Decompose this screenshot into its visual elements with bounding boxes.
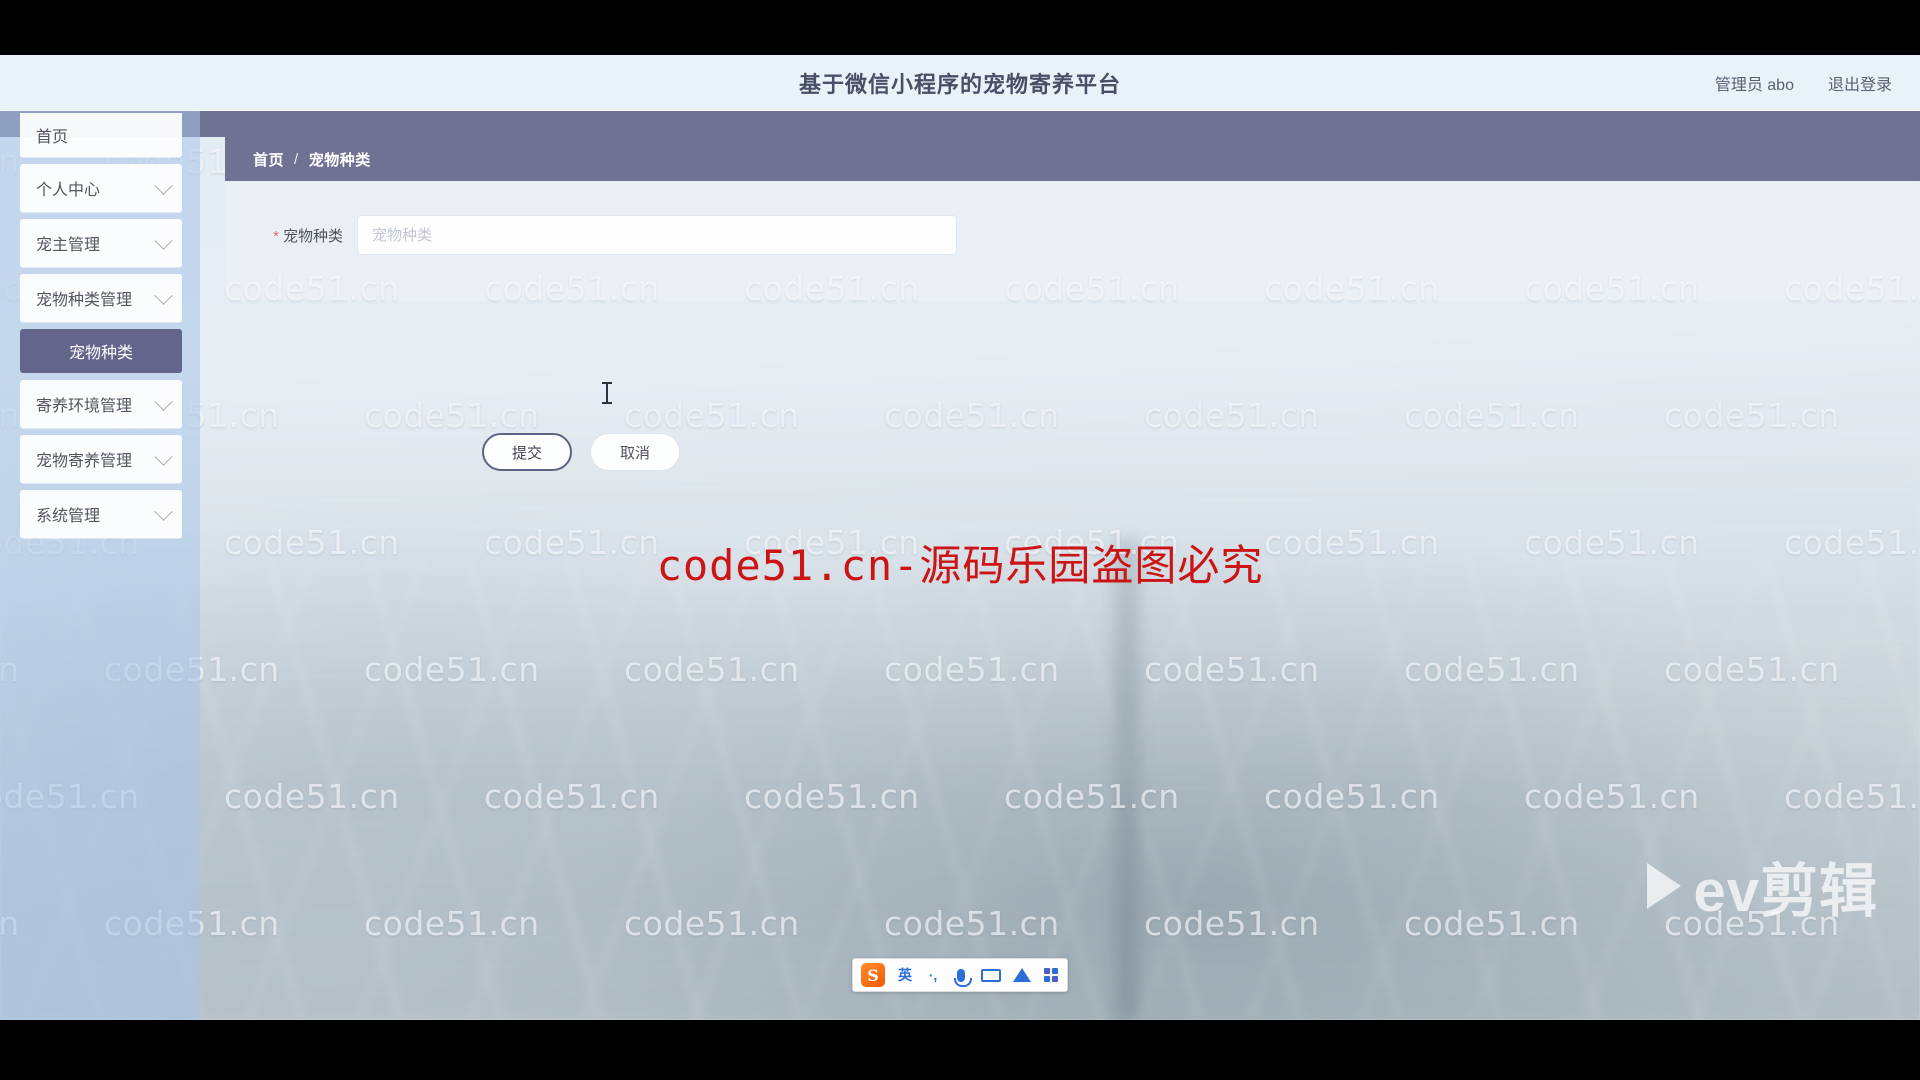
sidebar-item-label: 个人中心 [36, 182, 101, 199]
breadcrumb: 首页 / 宠物种类 [225, 137, 1920, 181]
sidebar-navigation[interactable]: 首页 个人中心 宠主管理 宠物种类管理 宠物种类 寄养环境管理 宠物寄养管理 系… [0, 111, 200, 1020]
sidebar-item-label: 系统管理 [36, 508, 101, 525]
microphone-icon[interactable] [953, 968, 972, 987]
sidebar-item-boarding-environment-management[interactable]: 寄养环境管理 [20, 380, 182, 428]
app-header: 基于微信小程序的宠物寄养平台 管理员 abo 退出登录 [0, 55, 1920, 111]
ime-mode-button[interactable]: 英 [897, 965, 913, 985]
sidebar-subitem-label: 宠物种类 [68, 345, 133, 362]
ime-punctuation-button[interactable]: ·, [925, 967, 941, 983]
keyboard-icon[interactable] [981, 968, 1001, 982]
text-cursor [602, 382, 612, 404]
app-viewport: code51.cn code51.cn code51.cn code51.cn code… [0, 55, 1920, 1020]
letterbox-bottom-bar [0, 1020, 1920, 1080]
chevron-down-icon [154, 230, 173, 250]
sogou-ime-logo-icon[interactable]: S [861, 963, 885, 987]
chevron-down-icon [154, 175, 173, 195]
pet-type-form-row: * 宠物种类 [225, 215, 957, 255]
pet-type-form-panel: * 宠物种类 [225, 181, 1920, 301]
pet-type-field-label: * 宠物种类 [225, 225, 357, 246]
letterbox-top-bar [0, 0, 1920, 55]
sidebar-item-label: 寄养环境管理 [36, 398, 133, 415]
sidebar-item-label: 宠物种类管理 [36, 292, 133, 309]
sidebar-item-pet-boarding-management[interactable]: 宠物寄养管理 [20, 435, 182, 483]
cancel-button[interactable]: 取消 [590, 433, 680, 471]
breadcrumb-separator: / [294, 150, 299, 168]
form-actions: 提交 取消 [482, 433, 680, 471]
sidebar-item-owner-management[interactable]: 宠主管理 [20, 219, 182, 267]
sidebar-item-label: 首页 [36, 129, 69, 146]
submit-button[interactable]: 提交 [482, 433, 572, 471]
current-user-label: 管理员 abo [1714, 76, 1794, 94]
sidebar-subitem-pet-type[interactable]: 宠物种类 [20, 329, 182, 373]
toolbox-icon[interactable] [1043, 968, 1059, 982]
sidebar-item-home[interactable]: 首页 [20, 113, 182, 157]
ime-toolbar[interactable]: S 英 ·, [852, 958, 1068, 992]
chevron-down-icon [154, 285, 173, 305]
header-accent-strip [0, 111, 1920, 137]
sidebar-item-label: 宠主管理 [36, 237, 101, 254]
page-title: 基于微信小程序的宠物寄养平台 [798, 71, 1121, 97]
header-user-area: 管理员 abo 退出登录 [1715, 71, 1892, 95]
skin-icon[interactable] [1013, 968, 1031, 982]
chevron-down-icon [154, 501, 173, 521]
required-marker: * [273, 227, 279, 245]
chevron-down-icon [154, 391, 173, 411]
screen-capture: code51.cn code51.cn code51.cn code51.cn code… [0, 0, 1920, 1080]
breadcrumb-home[interactable]: 首页 [253, 149, 284, 170]
pet-type-input[interactable] [357, 215, 957, 255]
logout-button[interactable]: 退出登录 [1828, 71, 1892, 95]
pet-type-label-text: 宠物种类 [282, 227, 343, 245]
sidebar-item-system-management[interactable]: 系统管理 [20, 490, 182, 538]
chevron-down-icon [154, 446, 173, 466]
breadcrumb-current: 宠物种类 [308, 151, 371, 169]
sidebar-item-label: 宠物寄养管理 [36, 453, 133, 470]
sidebar-item-personal-center[interactable]: 个人中心 [20, 164, 182, 212]
sidebar-item-pet-type-management[interactable]: 宠物种类管理 [20, 274, 182, 322]
main-content: 首页 / 宠物种类 *宠物种类 提交 取消 [200, 137, 1920, 1020]
